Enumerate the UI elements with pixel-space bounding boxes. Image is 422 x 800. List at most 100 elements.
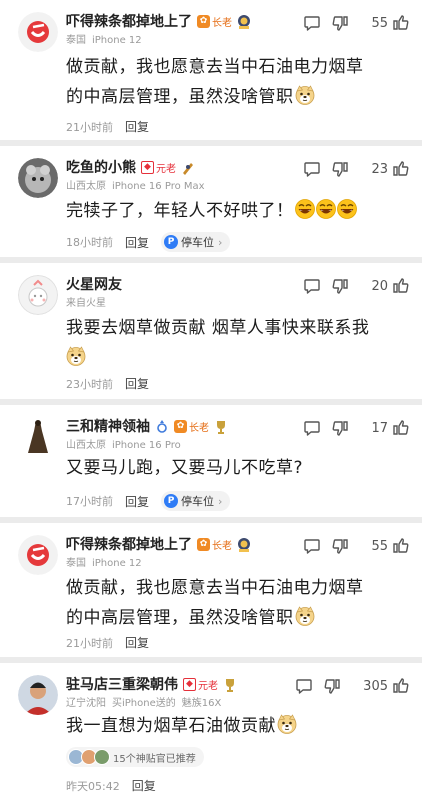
comment-time: 21小时前	[66, 120, 113, 134]
trophy-icon	[217, 420, 225, 434]
recommend-text: 15个神贴官已推荐	[113, 753, 196, 765]
user-meta: 山西太原 iPhone 16 Pro	[66, 440, 181, 451]
comment-icon[interactable]	[303, 160, 321, 178]
comment-text: 又要马儿跑，又要马儿不吃草?	[66, 458, 304, 478]
comment-footer: 21小时前 回复	[66, 634, 149, 651]
username[interactable]: 吓得辣条都掉地上了	[66, 11, 192, 31]
reply-button[interactable]: 回复	[132, 777, 156, 794]
badge-icon: ✿	[197, 14, 210, 28]
comment-text: 完犊子了，年轻人不好哄了！	[66, 196, 406, 226]
user-meta: 辽宁沈阳 买iPhone送的 魅族16X	[66, 698, 222, 709]
comment-icon[interactable]	[295, 677, 313, 695]
laugh-emoji-icon	[294, 199, 315, 219]
badge-icon: ◆	[141, 160, 154, 174]
comment-footer: 21小时前 回复	[66, 118, 149, 135]
veteran-badge: ◆ 元老	[183, 677, 218, 692]
comment-item: 驻马店三重梁朝伟 ◆ 元老 辽宁沈阳 买iPhone送的 魅族16X 305 我一直想…	[0, 663, 422, 800]
comment-item: 火星网友 来自火星 20 我要去烟草做贡献 烟草人事快来联系我 23小时前 回复	[0, 263, 422, 399]
dislike-icon[interactable]	[331, 14, 349, 32]
comment-item: 三和精神领袖 ✿ 长老 山西太原 iPhone 16 Pro 17 又要马儿跑，又要…	[0, 405, 422, 517]
username[interactable]: 吃鱼的小熊	[66, 157, 136, 177]
avatar[interactable]	[18, 535, 58, 575]
comment-icon[interactable]	[303, 537, 321, 555]
like-icon[interactable]	[392, 537, 410, 555]
comment-actions: 23	[293, 160, 410, 178]
parking-icon: P	[164, 494, 179, 508]
comment-footer: 17小时前 回复 P 停车位 ›	[66, 491, 231, 511]
elder-badge: ✿ 长老	[174, 419, 209, 434]
badge-icon: ✿	[174, 419, 187, 433]
ring-icon	[157, 419, 167, 433]
dislike-icon[interactable]	[331, 277, 349, 295]
doge-emoji-icon	[295, 85, 314, 105]
reply-button[interactable]: 回复	[125, 375, 149, 392]
username[interactable]: 吓得辣条都掉地上了	[66, 534, 192, 554]
recommend-chip[interactable]: 15个神贴官已推荐	[66, 747, 204, 767]
comment-icon[interactable]	[303, 277, 321, 295]
user-meta: 山西太原 iPhone 16 Pro Max	[66, 181, 205, 192]
pen-medal-icon	[183, 162, 193, 175]
badge-label: 长老	[212, 540, 232, 552]
comment-time: 昨天05:42	[66, 779, 120, 793]
badge-label: 元老	[156, 163, 176, 175]
reply-button[interactable]: 回复	[125, 634, 149, 651]
username[interactable]: 火星网友	[66, 274, 122, 294]
avatar[interactable]	[18, 12, 58, 52]
comment-actions: 17	[293, 419, 410, 437]
comment-footer: 18小时前 回复 P 停车位 ›	[66, 232, 231, 252]
like-count: 305	[363, 678, 388, 694]
comment-icon[interactable]	[303, 14, 321, 32]
avatar[interactable]	[18, 675, 58, 715]
chevron-right-icon: ›	[218, 235, 223, 249]
user-meta: 来自火星	[66, 298, 106, 309]
laugh-emoji-icon	[315, 199, 336, 219]
dislike-icon[interactable]	[331, 160, 349, 178]
medal-icon	[238, 14, 250, 29]
like-icon[interactable]	[392, 277, 410, 295]
avatar[interactable]	[18, 417, 58, 457]
user-meta: 泰国 iPhone 12	[66, 558, 142, 569]
username[interactable]: 驻马店三重梁朝伟	[66, 674, 178, 694]
dislike-icon[interactable]	[331, 537, 349, 555]
username[interactable]: 三和精神领袖	[66, 416, 150, 436]
comment-time: 17小时前	[66, 495, 113, 508]
like-icon[interactable]	[392, 677, 410, 695]
comment-time: 21小时前	[66, 636, 113, 650]
like-count: 23	[371, 161, 388, 177]
elder-badge: ✿ 长老	[197, 14, 232, 29]
like-count: 55	[371, 538, 388, 554]
badge-label: 长老	[189, 422, 209, 434]
reply-button[interactable]: 回复	[125, 493, 149, 510]
like-count: 20	[371, 278, 388, 294]
comment-feed: 吓得辣条都掉地上了 ✿ 长老 泰国 iPhone 12 55 做贡献，我也愿意去当中…	[0, 0, 422, 800]
dislike-icon[interactable]	[331, 419, 349, 437]
comment-actions: 305	[285, 677, 410, 695]
like-icon[interactable]	[392, 419, 410, 437]
parking-chip[interactable]: P 停车位 ›	[161, 232, 231, 252]
avatar[interactable]	[18, 158, 58, 198]
veteran-badge: ◆ 元老	[141, 160, 176, 175]
trophy-icon	[226, 678, 234, 692]
like-icon[interactable]	[392, 14, 410, 32]
like-count: 17	[371, 420, 388, 436]
dislike-icon[interactable]	[323, 677, 341, 695]
parking-chip[interactable]: P 停车位 ›	[161, 491, 231, 511]
like-icon[interactable]	[392, 160, 410, 178]
reply-button[interactable]: 回复	[125, 234, 149, 251]
comment-actions: 55	[293, 14, 410, 32]
avatar[interactable]	[18, 275, 58, 315]
comment-icon[interactable]	[303, 419, 321, 437]
comment-actions: 20	[293, 277, 410, 295]
badge-label: 元老	[198, 680, 218, 692]
reply-button[interactable]: 回复	[125, 118, 149, 135]
parking-icon: P	[164, 235, 179, 249]
comment-actions: 55	[293, 537, 410, 555]
comment-item: 吓得辣条都掉地上了 ✿ 长老 泰国 iPhone 12 55 做贡献，我也愿意去当中…	[0, 0, 422, 140]
comment-text: 我一直想为烟草石油做贡献	[66, 711, 406, 741]
badge-icon: ◆	[183, 677, 196, 691]
doge-emoji-icon	[295, 606, 314, 626]
avatar	[94, 749, 110, 765]
doge-emoji-icon	[277, 714, 297, 734]
chevron-right-icon: ›	[218, 494, 223, 508]
badge-label: 长老	[212, 17, 232, 29]
